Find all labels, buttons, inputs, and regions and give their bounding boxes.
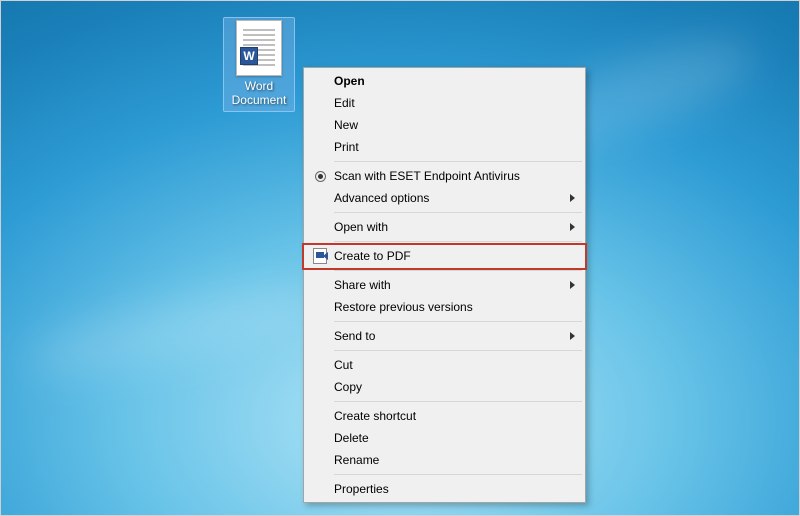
menu-item-label: Copy <box>334 380 565 394</box>
menu-item-label: Create shortcut <box>334 409 565 423</box>
menu-item-label: Share with <box>334 278 565 292</box>
menu-item-edit[interactable]: Edit <box>306 92 583 114</box>
menu-item-label: Scan with ESET Endpoint Antivirus <box>334 169 565 183</box>
menu-item-label: Open <box>334 74 565 88</box>
menu-item-print[interactable]: Print <box>306 136 583 158</box>
word-badge-icon: W <box>240 47 258 65</box>
menu-item-label: Print <box>334 140 565 154</box>
menu-item-label: Rename <box>334 453 565 467</box>
menu-item-label: Cut <box>334 358 565 372</box>
menu-item-properties[interactable]: Properties <box>306 478 583 500</box>
menu-item-delete[interactable]: Delete <box>306 427 583 449</box>
menu-item-label: Edit <box>334 96 565 110</box>
context-menu: Open Edit New Print Scan with ESET Endpoint … <box>303 67 586 503</box>
menu-item-label: Delete <box>334 431 565 445</box>
menu-item-restore-previous-versions[interactable]: Restore previous versions <box>306 296 583 318</box>
menu-item-create-shortcut[interactable]: Create shortcut <box>306 405 583 427</box>
menu-item-icon <box>306 248 334 264</box>
menu-separator <box>334 474 582 475</box>
menu-item-rename[interactable]: Rename <box>306 449 583 471</box>
menu-item-label: Open with <box>334 220 565 234</box>
menu-separator <box>334 241 582 242</box>
desktop-icon-word-document[interactable]: W Word Document <box>223 17 295 112</box>
menu-item-scan-with-eset-endpoint-antivirus[interactable]: Scan with ESET Endpoint Antivirus <box>306 165 583 187</box>
menu-item-send-to[interactable]: Send to <box>306 325 583 347</box>
menu-separator <box>334 212 582 213</box>
word-document-icon: W <box>236 20 282 76</box>
menu-separator <box>334 401 582 402</box>
menu-item-share-with[interactable]: Share with <box>306 274 583 296</box>
radio-dot-icon <box>315 171 326 182</box>
menu-item-cut[interactable]: Cut <box>306 354 583 376</box>
menu-item-new[interactable]: New <box>306 114 583 136</box>
menu-item-label: Properties <box>334 482 565 496</box>
menu-separator <box>334 350 582 351</box>
menu-separator <box>334 161 582 162</box>
menu-item-label: Send to <box>334 329 565 343</box>
menu-item-icon <box>306 171 334 182</box>
submenu-arrow-icon <box>570 332 575 340</box>
submenu-arrow-icon <box>570 281 575 289</box>
menu-item-open[interactable]: Open <box>306 70 583 92</box>
submenu-arrow-icon <box>570 194 575 202</box>
create-to-pdf-icon <box>313 248 327 264</box>
menu-item-label: Create to PDF <box>334 249 565 263</box>
submenu-arrow-icon <box>570 223 575 231</box>
menu-item-label: Restore previous versions <box>334 300 565 314</box>
desktop-icon-label: Word Document <box>226 79 292 107</box>
menu-item-create-to-pdf[interactable]: Create to PDF <box>306 245 583 267</box>
menu-item-label: Advanced options <box>334 191 565 205</box>
menu-item-copy[interactable]: Copy <box>306 376 583 398</box>
menu-separator <box>334 270 582 271</box>
menu-item-open-with[interactable]: Open with <box>306 216 583 238</box>
menu-separator <box>334 321 582 322</box>
menu-item-advanced-options[interactable]: Advanced options <box>306 187 583 209</box>
menu-item-label: New <box>334 118 565 132</box>
